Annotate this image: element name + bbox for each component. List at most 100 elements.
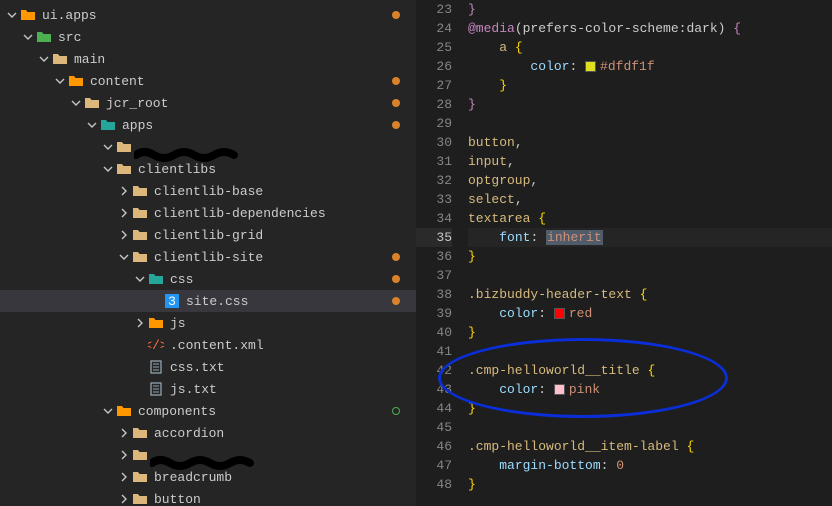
tree-label: ui.apps [42, 8, 97, 23]
tree-label: css.txt [170, 360, 225, 375]
code-line[interactable]: margin-bottom: 0 [468, 456, 832, 475]
chevron-down-icon[interactable] [118, 251, 130, 263]
code-line[interactable] [468, 418, 832, 437]
code-content[interactable]: }@media(prefers-color-scheme:dark) { a {… [464, 0, 832, 506]
code-line[interactable]: font: inherit [468, 228, 832, 247]
folder-icon [132, 205, 148, 221]
code-line[interactable]: .cmp-helloworld__item-label { [468, 437, 832, 456]
code-line[interactable]: } [468, 95, 832, 114]
folder-item[interactable]: content [0, 70, 416, 92]
code-line[interactable]: } [468, 399, 832, 418]
chevron-right-icon[interactable] [134, 317, 146, 329]
folder-item[interactable]: clientlib-base [0, 180, 416, 202]
tree-label: src [58, 30, 81, 45]
git-status-dot [392, 407, 400, 415]
folder-item[interactable]: js [0, 312, 416, 334]
chevron-right-icon[interactable] [118, 449, 130, 461]
folder-item[interactable]: clientlibs [0, 158, 416, 180]
folder-item[interactable]: button [0, 488, 416, 506]
tree-label: js.txt [170, 382, 217, 397]
file-item[interactable]: js.txt [0, 378, 416, 400]
line-number: 41 [416, 342, 452, 361]
line-numbers: 2324252627282930313233343536373839404142… [416, 0, 464, 506]
line-number: 27 [416, 76, 452, 95]
tree-label: site.css [186, 294, 248, 309]
folder-item[interactable]: src [0, 26, 416, 48]
line-number: 29 [416, 114, 452, 133]
line-number: 25 [416, 38, 452, 57]
chevron-down-icon[interactable] [102, 141, 114, 153]
chevron-down-icon[interactable] [38, 53, 50, 65]
code-line[interactable]: } [468, 76, 832, 95]
chevron-down-icon[interactable] [70, 97, 82, 109]
chevron-down-icon[interactable] [22, 31, 34, 43]
file-item[interactable]: css.txt [0, 356, 416, 378]
code-line[interactable]: } [468, 0, 832, 19]
chevron-down-icon[interactable] [54, 75, 66, 87]
chevron-down-icon[interactable] [102, 163, 114, 175]
code-line[interactable]: input, [468, 152, 832, 171]
folder-icon [132, 249, 148, 265]
code-line[interactable]: textarea { [468, 209, 832, 228]
chevron-down-icon[interactable] [102, 405, 114, 417]
code-line[interactable] [468, 266, 832, 285]
code-line[interactable]: } [468, 475, 832, 494]
folder-icon [132, 425, 148, 441]
chevron-down-icon[interactable] [86, 119, 98, 131]
folder-item[interactable]: components [0, 400, 416, 422]
code-line[interactable] [468, 342, 832, 361]
code-line[interactable]: color: pink [468, 380, 832, 399]
file-explorer[interactable]: ui.apps src maincontent jcr_rootapps clientl… [0, 0, 416, 506]
file-item[interactable]: </>.content.xml [0, 334, 416, 356]
folder-item[interactable]: clientlib-dependencies [0, 202, 416, 224]
folder-icon [116, 403, 132, 419]
folder-item[interactable] [0, 444, 416, 466]
folder-item[interactable]: ui.apps [0, 4, 416, 26]
code-line[interactable]: @media(prefers-color-scheme:dark) { [468, 19, 832, 38]
folder-item[interactable]: clientlib-grid [0, 224, 416, 246]
code-line[interactable]: .cmp-helloworld__title { [468, 361, 832, 380]
chevron-right-icon[interactable] [118, 185, 130, 197]
code-line[interactable]: optgroup, [468, 171, 832, 190]
code-editor[interactable]: 2324252627282930313233343536373839404142… [416, 0, 832, 506]
code-line[interactable]: .bizbuddy-header-text { [468, 285, 832, 304]
folder-item[interactable]: clientlib-site [0, 246, 416, 268]
code-line[interactable]: color: #dfdf1f [468, 57, 832, 76]
chevron-down-icon[interactable] [134, 273, 146, 285]
folder-item[interactable]: accordion [0, 422, 416, 444]
chevron-down-icon[interactable] [6, 9, 18, 21]
line-number: 30 [416, 133, 452, 152]
tree-label: js [170, 316, 186, 331]
folder-item[interactable]: jcr_root [0, 92, 416, 114]
folder-icon [132, 227, 148, 243]
chevron-right-icon[interactable] [118, 471, 130, 483]
code-line[interactable]: button, [468, 133, 832, 152]
chevron-right-icon[interactable] [118, 229, 130, 241]
chevron-right-icon[interactable] [118, 493, 130, 505]
chevron-right-icon[interactable] [118, 427, 130, 439]
line-number: 38 [416, 285, 452, 304]
tree-label: button [154, 492, 201, 506]
file-icon: 3 [164, 293, 180, 309]
code-line[interactable] [468, 114, 832, 133]
code-line[interactable]: } [468, 247, 832, 266]
line-number: 35 [416, 228, 452, 247]
folder-item[interactable]: css [0, 268, 416, 290]
tree-label: accordion [154, 426, 224, 441]
file-icon: </> [148, 337, 164, 353]
folder-item[interactable]: breadcrumb [0, 466, 416, 488]
line-number: 44 [416, 399, 452, 418]
chevron-right-icon[interactable] [118, 207, 130, 219]
code-line[interactable]: color: red [468, 304, 832, 323]
code-line[interactable]: a { [468, 38, 832, 57]
file-item[interactable]: 3 site.css [0, 290, 416, 312]
code-line[interactable]: select, [468, 190, 832, 209]
folder-item[interactable] [0, 136, 416, 158]
code-line[interactable]: } [468, 323, 832, 342]
line-number: 28 [416, 95, 452, 114]
line-number: 40 [416, 323, 452, 342]
folder-icon [132, 183, 148, 199]
folder-item[interactable]: apps [0, 114, 416, 136]
tree-label: jcr_root [106, 96, 168, 111]
folder-item[interactable]: main [0, 48, 416, 70]
